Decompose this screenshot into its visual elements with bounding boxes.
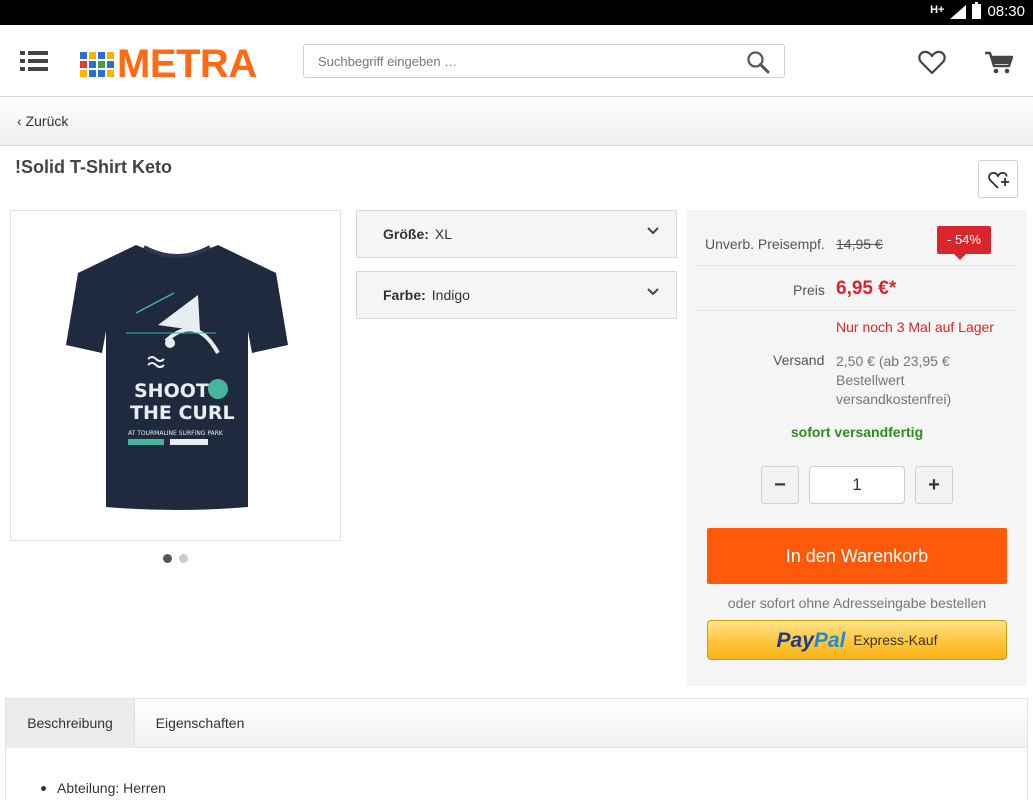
uvp-price: 14,95 € xyxy=(836,236,883,252)
paypal-logo: PayPal xyxy=(777,629,846,653)
stock-notice: Nur noch 3 Mal auf Lager xyxy=(836,319,994,335)
color-value: Indigo xyxy=(431,287,470,303)
logo-square xyxy=(107,70,114,77)
logo-square xyxy=(89,52,96,59)
add-to-cart-button[interactable]: In den Warenkorb xyxy=(707,528,1007,584)
site-header: METRA xyxy=(0,25,1033,97)
discount-badge: - 54% xyxy=(937,226,991,260)
buy-box: Unverb. Preisempf. 14,95 € - 54% Preis 6… xyxy=(687,210,1027,686)
uvp-label: Unverb. Preisempf. xyxy=(705,236,825,252)
battery-icon xyxy=(972,2,982,19)
quantity-input[interactable] xyxy=(809,466,905,504)
logo-square xyxy=(80,61,87,68)
clock: 08:30 xyxy=(987,3,1025,20)
search-icon[interactable] xyxy=(746,50,770,74)
logo-square xyxy=(98,52,105,59)
metra-logo[interactable]: METRA xyxy=(80,42,257,87)
back-bar: ‹ Zurück xyxy=(0,97,1033,146)
price-label: Preis xyxy=(793,282,825,298)
paypal-express-label: Express-Kauf xyxy=(853,632,938,648)
heart-plus-icon xyxy=(988,172,1009,189)
logo-square xyxy=(98,70,105,77)
menu-icon[interactable] xyxy=(20,49,48,73)
availability-status: sofort versandfertig xyxy=(790,424,924,440)
logo-square xyxy=(98,61,105,68)
signal-icon xyxy=(950,4,967,19)
tab-content: Abteilung: Herren xyxy=(5,748,1028,800)
pager-dot[interactable] xyxy=(179,554,188,563)
quantity-decrease-button[interactable]: − xyxy=(761,466,799,504)
quantity-increase-button[interactable]: + xyxy=(915,466,953,504)
wishlist-heart-icon[interactable] xyxy=(918,49,946,75)
svg-text:THE CURL: THE CURL xyxy=(130,402,235,424)
product-image[interactable]: SHOOT THE CURL AT TOURMALINE SURFING PAR… xyxy=(10,210,341,541)
pager-dot[interactable] xyxy=(163,554,172,563)
shipping-label: Versand xyxy=(773,352,825,368)
size-label: Größe: xyxy=(383,226,429,242)
add-to-wishlist-button[interactable] xyxy=(978,160,1018,198)
size-select[interactable]: Größe: XL xyxy=(356,210,677,258)
divider xyxy=(695,310,1019,311)
logo-square xyxy=(107,61,114,68)
network-type: H+ xyxy=(930,3,945,16)
logo-square xyxy=(80,52,87,59)
logo-text: METRA xyxy=(117,42,257,86)
color-select[interactable]: Farbe: Indigo xyxy=(356,271,677,319)
back-label: Zurück xyxy=(25,113,69,129)
paypal-logo-part1: Pay xyxy=(776,629,814,652)
divider xyxy=(695,265,1019,266)
express-checkout-hint: oder sofort ohne Adresseingabe bestellen xyxy=(727,595,987,611)
logo-square xyxy=(107,52,114,59)
price-value: 6,95 €* xyxy=(836,278,897,299)
size-value: XL xyxy=(434,226,453,242)
tab-beschreibung[interactable]: Beschreibung xyxy=(6,699,135,748)
logo-square xyxy=(89,70,96,77)
paypal-express-button[interactable]: PayPal Express-Kauf xyxy=(707,620,1007,660)
product-title: !Solid T-Shirt Keto xyxy=(15,157,172,177)
logo-mark xyxy=(80,52,114,77)
cart-icon[interactable] xyxy=(984,49,1014,75)
image-pager xyxy=(163,554,188,563)
svg-text:SHOOT: SHOOT xyxy=(134,380,209,402)
paypal-logo-part2: Pal xyxy=(813,629,846,652)
svg-text:AT TOURMALINE SURFING PARK: AT TOURMALINE SURFING PARK xyxy=(128,430,224,437)
logo-square xyxy=(80,70,87,77)
chevron-left-icon: ‹ xyxy=(17,113,26,129)
logo-square xyxy=(89,61,96,68)
tshirt-image: SHOOT THE CURL AT TOURMALINE SURFING PAR… xyxy=(66,245,288,510)
search-box xyxy=(303,44,785,78)
tab-eigenschaften[interactable]: Eigenschaften xyxy=(142,699,258,748)
chevron-down-icon xyxy=(647,227,659,235)
back-link[interactable]: ‹ Zurück xyxy=(17,113,68,129)
shipping-value: 2,50 € (ab 23,95 € Bestellwert versandko… xyxy=(836,353,952,407)
list-item: Abteilung: Herren xyxy=(41,780,166,796)
search-input[interactable] xyxy=(318,45,738,77)
product-tabs: Beschreibung Eigenschaften xyxy=(5,698,1028,748)
color-label: Farbe: xyxy=(383,287,426,303)
status-bar: H+ 08:30 xyxy=(0,0,1033,25)
chevron-down-icon xyxy=(647,288,659,296)
